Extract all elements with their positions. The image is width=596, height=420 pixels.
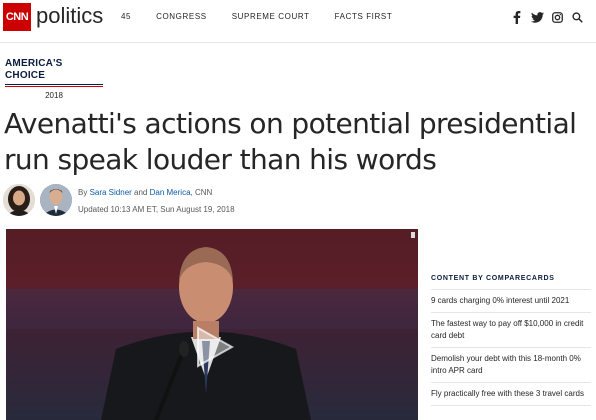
article-headline: Avenatti's actions on potential presiden… xyxy=(4,107,577,176)
video-thumbnail xyxy=(6,229,418,420)
author-avatar-dan-merica[interactable] xyxy=(40,184,72,216)
badge-title: AMERICA'S CHOICE xyxy=(5,58,63,81)
updated-timestamp: Updated 10:13 AM ET, Sun August 19, 2018 xyxy=(78,205,235,214)
badge-year: 2018 xyxy=(45,91,63,100)
sponsored-link[interactable]: The fastest way to pay off $10,000 in cr… xyxy=(431,313,591,348)
sponsored-link[interactable]: 9 cards charging 0% interest until 2021 xyxy=(431,290,591,313)
nav-item-45[interactable]: 45 xyxy=(121,12,131,22)
facebook-icon[interactable] xyxy=(510,10,524,24)
author-link-dan-merica[interactable]: Dan Merica xyxy=(150,188,191,197)
nav-item-supreme-court[interactable]: SUPREME COURT xyxy=(232,12,310,22)
sponsored-title: CONTENT BY COMPARECARDS xyxy=(431,274,591,290)
sponsored-link[interactable]: Fly practically free with these 3 travel… xyxy=(431,383,591,406)
video-player[interactable] xyxy=(6,229,418,420)
byline-and: and xyxy=(131,188,150,197)
instagram-icon[interactable] xyxy=(550,10,564,24)
search-icon[interactable] xyxy=(570,10,584,24)
main-nav: 45 CONGRESS SUPREME COURT FACTS FIRST xyxy=(121,12,417,22)
cnn-logo[interactable]: CNN xyxy=(3,3,31,31)
americas-choice-badge[interactable]: AMERICA'S CHOICE 2018 xyxy=(5,58,103,100)
section-title[interactable]: politics xyxy=(36,4,103,28)
author-link-sara-sidner[interactable]: Sara Sidner xyxy=(90,188,132,197)
social-links xyxy=(504,10,584,24)
ad-choices-icon[interactable] xyxy=(411,232,415,238)
nav-item-congress[interactable]: CONGRESS xyxy=(156,12,207,22)
nav-item-facts-first[interactable]: FACTS FIRST xyxy=(335,12,393,22)
byline-prefix: By xyxy=(78,188,90,197)
byline: By Sara Sidner and Dan Merica, CNN xyxy=(78,188,212,198)
sponsored-link[interactable]: Demolish your debt with this 18-month 0%… xyxy=(431,348,591,383)
sponsored-content: CONTENT BY COMPARECARDS 9 cards charging… xyxy=(431,274,591,406)
badge-divider xyxy=(5,84,103,87)
twitter-icon[interactable] xyxy=(530,10,544,24)
play-button-icon[interactable] xyxy=(196,326,235,373)
author-avatar-sara-sidner[interactable] xyxy=(3,184,35,216)
byline-source: , CNN xyxy=(190,188,213,197)
site-header: CNN politics 45 CONGRESS SUPREME COURT F… xyxy=(0,0,596,43)
